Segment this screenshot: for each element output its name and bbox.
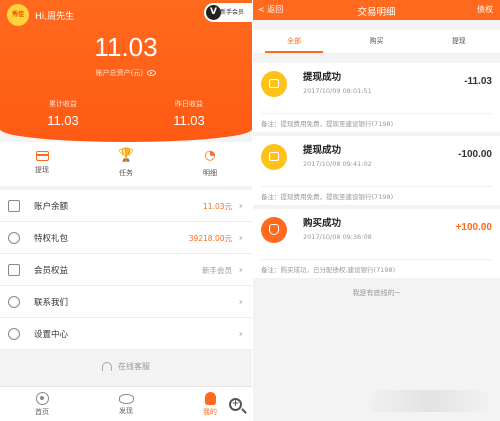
quick-action-label: 明细 bbox=[203, 169, 217, 177]
transaction-record[interactable]: 购买成功 2017/10/08 09:36:08 +100.00 备注：购买成功… bbox=[253, 209, 500, 278]
menu-item-member[interactable]: 会员权益 新手会员 › bbox=[0, 254, 252, 286]
menu-item-privilege[interactable]: 特权礼包 39218.00元 › bbox=[0, 222, 252, 254]
transaction-screen: < 返回 交易明细 债权 全部 购买 提现 提现成功 2017/10/09 08… bbox=[253, 0, 500, 421]
tab-withdraw[interactable]: 提现 bbox=[418, 30, 500, 53]
menu-item-value: 新手会员 bbox=[202, 266, 232, 275]
tab-purchase[interactable]: 购买 bbox=[335, 30, 417, 53]
page-title: 交易明细 bbox=[357, 7, 396, 18]
quick-action-label: 提现 bbox=[35, 166, 49, 174]
member-icon bbox=[8, 264, 20, 276]
yesterday-earnings: 昨日收益 11.03 bbox=[126, 99, 252, 128]
chevron-right-icon: › bbox=[238, 327, 243, 340]
quick-actions: 提现 🏆 任务 ◔ 明细 bbox=[0, 142, 252, 186]
tab-discover[interactable]: 发现 bbox=[84, 387, 168, 421]
wallet-icon bbox=[261, 144, 287, 170]
headset-icon bbox=[102, 362, 112, 371]
card-icon bbox=[35, 151, 49, 161]
blurred-watermark bbox=[370, 390, 490, 412]
greeting-text: Hi,周先生 bbox=[35, 12, 75, 22]
record-title: 提现成功 bbox=[303, 72, 342, 83]
money-bag-icon bbox=[261, 217, 287, 243]
end-of-list-text: 我是有底线的~ bbox=[352, 289, 401, 297]
menu-item-balance[interactable]: 账户余额 11.03元 › bbox=[0, 190, 252, 222]
bottom-tab-bar: 首页 发现 我的 bbox=[0, 386, 252, 421]
stat-label: 累计收益 bbox=[49, 100, 77, 108]
record-note: 备注：提现费用免费，提现至建设银行(7198) bbox=[261, 113, 492, 128]
user-icon bbox=[204, 392, 216, 405]
menu-item-value: 11.03元 bbox=[203, 202, 232, 211]
record-note: 备注：提现费用免费，提现至建设银行(7198) bbox=[261, 186, 492, 201]
privilege-icon bbox=[8, 232, 20, 244]
pie-chart-icon: ◔ bbox=[204, 148, 216, 163]
menu-item-label: 账户余额 bbox=[34, 202, 69, 212]
settings-icon bbox=[8, 328, 20, 340]
transaction-record[interactable]: 提现成功 2017/10/09 08:01:51 -11.03 备注：提现费用免… bbox=[253, 63, 500, 132]
online-service-label: 在线客服 bbox=[118, 362, 150, 371]
transaction-record[interactable]: 提现成功 2017/10/08 09:41:02 -100.00 备注：提现费用… bbox=[253, 136, 500, 205]
total-assets-value: 11.03 bbox=[94, 32, 158, 62]
member-badge[interactable]: V 新手会员 bbox=[204, 3, 252, 22]
record-title: 购买成功 bbox=[303, 218, 342, 229]
record-note: 备注：购买成功，已分配债权,建设银行(7198) bbox=[261, 259, 492, 274]
vip-icon: V bbox=[206, 5, 221, 20]
record-datetime: 2017/10/08 09:36:08 bbox=[303, 233, 372, 241]
tab-label: 发现 bbox=[119, 407, 133, 415]
menu-item-label: 联系我们 bbox=[34, 298, 69, 308]
cumulative-earnings: 累计收益 11.03 bbox=[0, 99, 126, 128]
withdraw-button[interactable]: 提现 bbox=[0, 142, 84, 186]
record-amount: -100.00 bbox=[458, 149, 492, 160]
creditor-rights-button[interactable]: 债权 bbox=[477, 4, 493, 15]
chat-icon bbox=[8, 296, 20, 308]
eye-icon[interactable] bbox=[147, 70, 157, 76]
menu-item-value: 39218.00元 bbox=[188, 234, 232, 243]
record-amount: -11.03 bbox=[464, 76, 492, 87]
tab-home[interactable]: 首页 bbox=[0, 387, 84, 421]
quick-action-label: 任务 bbox=[119, 169, 133, 177]
total-assets-label: 账户总资产(元) bbox=[95, 69, 144, 77]
tasks-button[interactable]: 🏆 任务 bbox=[84, 142, 168, 186]
stat-value: 11.03 bbox=[173, 113, 205, 128]
details-button[interactable]: ◔ 明细 bbox=[168, 142, 252, 186]
menu-item-contact[interactable]: 联系我们 › bbox=[0, 286, 252, 318]
stat-value: 11.03 bbox=[47, 113, 79, 128]
member-badge-label: 新手会员 bbox=[220, 9, 245, 16]
filter-tabs: 全部 购买 提现 bbox=[253, 30, 500, 54]
menu-item-label: 会员权益 bbox=[34, 266, 69, 276]
menu-item-label: 设置中心 bbox=[34, 330, 69, 340]
chevron-right-icon: › bbox=[238, 263, 243, 276]
eye-icon bbox=[118, 394, 134, 404]
trophy-icon: 🏆 bbox=[118, 148, 135, 163]
tab-label: 首页 bbox=[35, 408, 49, 416]
chevron-right-icon: › bbox=[238, 231, 243, 244]
app-logo: 秀佳 bbox=[7, 4, 29, 26]
total-assets-label-row: 账户总资产(元) bbox=[0, 68, 252, 78]
home-icon bbox=[35, 392, 49, 405]
tab-all[interactable]: 全部 bbox=[253, 30, 335, 53]
profile-screen: 秀佳 Hi,周先生 V 新手会员 11.03 账户总资产(元) 累计收益 11.… bbox=[0, 0, 252, 421]
record-datetime: 2017/10/08 09:41:02 bbox=[303, 160, 372, 168]
menu-item-label: 特权礼包 bbox=[34, 234, 69, 244]
zoom-in-icon[interactable]: + bbox=[229, 398, 242, 411]
assets-header: 秀佳 Hi,周先生 V 新手会员 11.03 账户总资产(元) 累计收益 11.… bbox=[0, 0, 252, 142]
wallet-icon bbox=[261, 71, 287, 97]
record-amount: +100.00 bbox=[455, 222, 492, 233]
stat-label: 昨日收益 bbox=[175, 100, 203, 108]
nav-header: < 返回 交易明细 债权 bbox=[253, 0, 500, 20]
chevron-right-icon: › bbox=[238, 295, 243, 308]
chevron-right-icon: › bbox=[238, 199, 243, 212]
record-datetime: 2017/10/09 08:01:51 bbox=[303, 87, 372, 95]
gift-box-icon bbox=[8, 200, 20, 212]
record-title: 提现成功 bbox=[303, 145, 342, 156]
menu-item-settings[interactable]: 设置中心 › bbox=[0, 318, 252, 350]
online-service-button[interactable]: 在线客服 bbox=[0, 352, 252, 382]
account-menu: 账户余额 11.03元 › 特权礼包 39218.00元 › 会员权益 新手会员… bbox=[0, 190, 252, 350]
